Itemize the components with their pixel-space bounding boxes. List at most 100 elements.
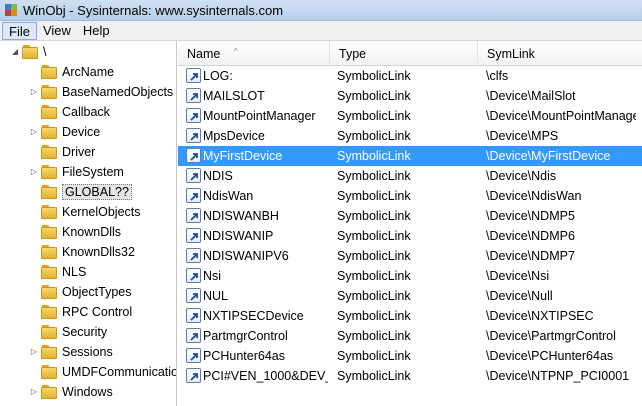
table-row[interactable]: NDISWANIP SymbolicLink \Device\NDMP6 <box>178 226 642 246</box>
menu-view[interactable]: View <box>37 22 77 40</box>
expand-arrow-icon[interactable]: ▷ <box>29 87 39 97</box>
table-row[interactable]: MpsDevice SymbolicLink \Device\MPS <box>178 126 642 146</box>
tree-item[interactable]: KnownDlls32 <box>29 242 135 262</box>
tree-item[interactable]: GLOBAL?? <box>29 182 132 202</box>
table-row[interactable]: NXTIPSECDevice SymbolicLink \Device\NXTIPS… <box>178 306 642 326</box>
expand-arrow-icon[interactable]: ▷ <box>29 347 39 357</box>
cell-symlink: \Device\PartmgrControl <box>486 329 616 343</box>
tree-root[interactable]: ◢ \ <box>10 42 46 62</box>
cell-name: MountPointManager <box>203 109 316 123</box>
winobj-app-icon <box>4 3 18 17</box>
tree-item[interactable]: NLS <box>29 262 86 282</box>
tree-item[interactable]: ▷ FileSystem <box>29 162 124 182</box>
cell-type: SymbolicLink <box>337 369 411 383</box>
tree-item[interactable]: RPC Control <box>29 302 132 322</box>
cell-name: NUL <box>203 289 229 303</box>
table-row[interactable]: NUL SymbolicLink \Device\Null <box>178 286 642 306</box>
table-row[interactable]: NDISWANIPV6 SymbolicLink \Device\NDMP7 <box>178 246 642 266</box>
object-list[interactable]: Name ^ Type SymLink LOG: SymbolicLink \clf… <box>178 41 642 406</box>
folder-icon <box>41 245 57 259</box>
column-header-name[interactable]: Name ^ <box>178 41 330 66</box>
tree-item[interactable]: ObjectTypes <box>29 282 131 302</box>
tree-item-label: Windows <box>62 385 113 399</box>
menu-bar: File View Help <box>0 21 642 41</box>
collapse-arrow-icon[interactable]: ◢ <box>10 47 20 57</box>
column-header-symlink[interactable]: SymLink <box>478 41 642 66</box>
cell-name: NDISWANIP <box>203 229 274 243</box>
tree-item[interactable]: ▷ BaseNamedObjects <box>29 82 173 102</box>
menu-file[interactable]: File <box>2 21 37 40</box>
tree-item[interactable]: KernelObjects <box>29 202 141 222</box>
tree-item[interactable]: UMDFCommunicationPorts <box>29 362 176 382</box>
folder-icon <box>41 185 57 199</box>
cell-type: SymbolicLink <box>337 289 411 303</box>
table-row[interactable]: MyFirstDevice SymbolicLink \Device\MyFirst… <box>178 146 642 166</box>
tree-item[interactable]: Driver <box>29 142 95 162</box>
cell-name: PCI#VEN_1000&DEV_0030&SUBSYS_197615AD&RE… <box>203 369 328 383</box>
sort-caret-icon: ^ <box>233 47 238 56</box>
tree-item-label: GLOBAL?? <box>62 184 132 200</box>
cell-type: SymbolicLink <box>337 329 411 343</box>
symlink-icon <box>186 248 201 263</box>
folder-icon <box>41 105 57 119</box>
folder-icon <box>41 265 57 279</box>
cell-symlink: \Device\NdisWan <box>486 189 582 203</box>
cell-type: SymbolicLink <box>337 69 411 83</box>
expand-arrow-icon[interactable]: ▷ <box>29 127 39 137</box>
cell-symlink: \clfs <box>486 69 509 83</box>
tree-item[interactable]: Callback <box>29 102 110 122</box>
tree-item[interactable]: ▷ Device <box>29 122 100 142</box>
table-row[interactable]: PartmgrControl SymbolicLink \Device\Partmg… <box>178 326 642 346</box>
cell-name: NDIS <box>203 169 233 183</box>
tree-item-label: Driver <box>62 145 96 159</box>
symlink-icon <box>186 308 201 323</box>
tree-item-label: Sessions <box>62 345 113 359</box>
table-row[interactable]: PCI#VEN_1000&DEV_0030&SUBSYS_197615AD&RE… <box>178 366 642 386</box>
folder-icon <box>41 285 57 299</box>
tree-item[interactable]: ▷ Windows <box>29 382 113 402</box>
table-row[interactable]: LOG: SymbolicLink \clfs <box>178 66 642 86</box>
cell-type: SymbolicLink <box>337 249 411 263</box>
symlink-icon <box>186 108 201 123</box>
symlink-icon <box>186 68 201 83</box>
symlink-icon <box>186 88 201 103</box>
tree-item[interactable]: ArcName <box>29 62 114 82</box>
cell-symlink: \Device\MailSlot <box>486 89 576 103</box>
folder-icon <box>41 225 57 239</box>
table-row[interactable]: PCHunter64as SymbolicLink \Device\PCHunter… <box>178 346 642 366</box>
table-row[interactable]: MountPointManager SymbolicLink \Device\Mou… <box>178 106 642 126</box>
tree-item[interactable]: ▷ Sessions <box>29 342 113 362</box>
cell-type: SymbolicLink <box>337 189 411 203</box>
table-row[interactable]: MAILSLOT SymbolicLink \Device\MailSlot <box>178 86 642 106</box>
cell-symlink: \Device\Null <box>486 289 553 303</box>
table-row[interactable]: NdisWan SymbolicLink \Device\NdisWan <box>178 186 642 206</box>
expand-arrow-icon[interactable]: ▷ <box>29 387 39 397</box>
list-header: Name ^ Type SymLink <box>178 41 642 66</box>
tree-item[interactable]: Security <box>29 322 107 342</box>
column-header-type[interactable]: Type <box>330 41 478 66</box>
cell-symlink: \Device\NXTIPSEC <box>486 309 594 323</box>
table-row[interactable]: NDIS SymbolicLink \Device\Ndis <box>178 166 642 186</box>
cell-name: NDISWANBH <box>203 209 279 223</box>
tree-item-label: Device <box>62 125 101 139</box>
cell-symlink: \Device\Nsi <box>486 269 550 283</box>
cell-symlink: \Device\MyFirstDevice <box>486 149 611 163</box>
tree-item[interactable]: KnownDlls <box>29 222 121 242</box>
table-row[interactable]: Nsi SymbolicLink \Device\Nsi <box>178 266 642 286</box>
symlink-icon <box>186 168 201 183</box>
tree-item-label: NLS <box>62 265 87 279</box>
cell-symlink: \Device\MountPointManager <box>486 109 636 123</box>
cell-name: MpsDevice <box>203 129 265 143</box>
cell-type: SymbolicLink <box>337 129 411 143</box>
cell-name: NdisWan <box>203 189 254 203</box>
cell-type: SymbolicLink <box>337 349 411 363</box>
table-row[interactable]: NDISWANBH SymbolicLink \Device\NDMP5 <box>178 206 642 226</box>
namespace-tree[interactable]: ◢ \ ArcName ▷ BaseNamedObjects Callback ▷ Devic… <box>0 41 177 406</box>
expand-arrow-icon[interactable]: ▷ <box>29 167 39 177</box>
menu-help[interactable]: Help <box>77 22 116 40</box>
